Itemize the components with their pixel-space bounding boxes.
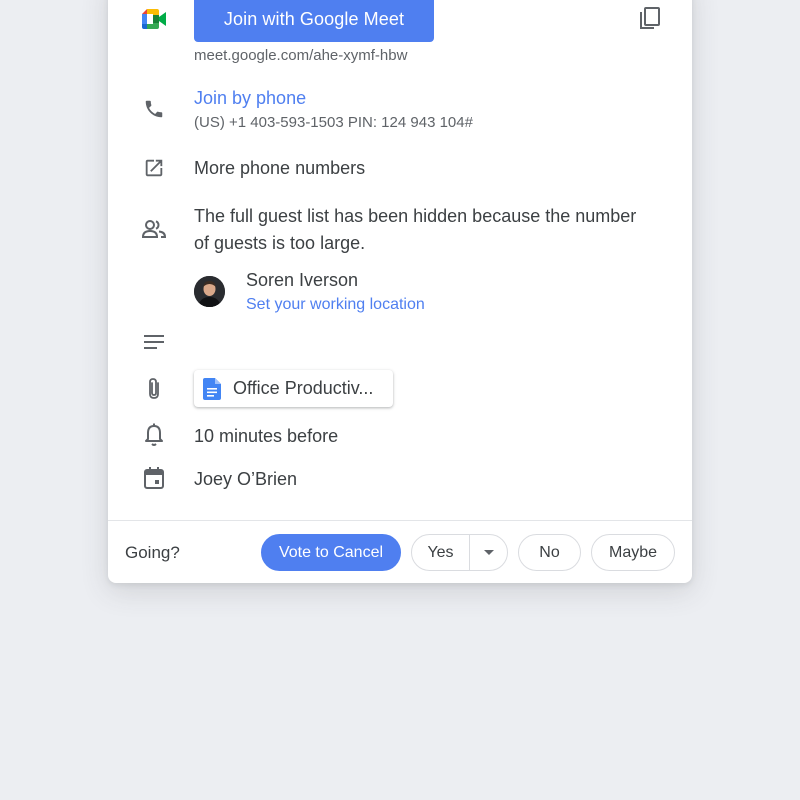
calendar-owner: Joey O’Brien [194, 469, 298, 489]
join-by-phone-link[interactable]: Join by phone [194, 88, 692, 109]
yes-split-button: Yes [411, 534, 508, 571]
avatar[interactable] [194, 276, 225, 307]
vote-to-cancel-button[interactable]: Vote to Cancel [261, 534, 401, 571]
notes-icon [138, 326, 170, 358]
copy-icon[interactable] [636, 4, 664, 32]
no-button[interactable]: No [518, 534, 581, 571]
set-working-location-link[interactable]: Set your working location [246, 296, 692, 314]
calendar-icon [138, 462, 170, 494]
attachment-chip[interactable]: Office Productiv... [194, 370, 393, 407]
maybe-button[interactable]: Maybe [591, 534, 675, 571]
guest-list-notice-line-2: of guests is too large. [194, 233, 366, 253]
rsvp-bar: Going? Vote to Cancel Yes No Maybe [108, 520, 692, 583]
join-google-meet-button[interactable]: Join with Google Meet [194, 0, 434, 42]
chevron-down-icon[interactable] [470, 535, 507, 570]
event-details-card: Join with Google Meet meet.google.com/ah… [108, 0, 692, 583]
guest-list-notice-line-1: The full guest list has been hidden beca… [194, 206, 637, 226]
google-docs-icon [203, 377, 221, 400]
more-phone-numbers-link[interactable]: More phone numbers [194, 158, 692, 179]
yes-button[interactable]: Yes [412, 535, 470, 570]
reminder-text[interactable]: 10 minutes before [194, 426, 692, 447]
going-prompt: Going? [125, 543, 180, 562]
attachment-name: Office Productiv... [233, 378, 374, 398]
phone-details: (US) +1 403-593-1503 PIN: 124 943 104# [194, 114, 473, 131]
open-in-new-icon [138, 152, 170, 184]
people-icon [138, 213, 170, 245]
phone-icon [138, 93, 170, 125]
guest-name: Soren Iverson [246, 270, 359, 290]
bell-icon [138, 419, 170, 451]
meet-url[interactable]: meet.google.com/ahe-xymf-hbw [194, 47, 407, 64]
paperclip-icon [138, 373, 170, 405]
google-meet-icon [138, 3, 170, 35]
